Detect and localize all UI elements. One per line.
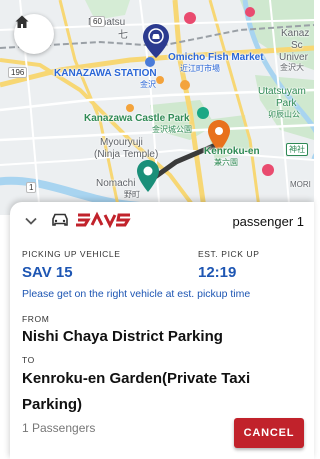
map-label-more: MORI	[290, 180, 311, 189]
map-label-myouryuji-1: Myouryuji	[100, 137, 143, 148]
map-label-univ-3: Univer	[279, 52, 308, 63]
map-label-nomachi-kanji: 野町	[124, 190, 140, 199]
passenger-label: passenger 1	[232, 214, 304, 229]
map-label-kenrokuen: Kenroku-en	[204, 146, 260, 157]
map-label-omicho-kanji: 近江町市場	[180, 64, 220, 73]
from-place: Nishi Chaya District Parking	[22, 328, 223, 345]
vehicle-id: SAV 15	[22, 264, 73, 281]
car-icon	[52, 213, 68, 226]
pickup-time: 12:19	[198, 264, 237, 281]
map-label-utatsuyama-3: 卯辰山公	[268, 110, 300, 119]
map-label-nomachi: Nomachi	[96, 178, 136, 189]
map-label-castle-park: Kanazawa Castle Park	[84, 113, 190, 124]
map-label-castle-park-kanji: 金沢城公園	[152, 125, 192, 134]
picking-up-caption: PICKING UP VEHICLE	[22, 249, 121, 259]
map-label-utatsuyama-2: Park	[276, 98, 297, 109]
origin-pin-icon[interactable]	[143, 24, 169, 58]
map-view[interactable]: Nanatsu 七 Omicho Fish Market 近江町市場 KANAZ…	[0, 0, 314, 215]
route-badge-60: 60	[90, 16, 105, 27]
from-caption: FROM	[22, 314, 50, 324]
map-label-kanazawa-station-kanji: 金沢	[140, 80, 156, 89]
to-caption: TO	[22, 355, 35, 365]
map-label-kenrokuen-kanji: 兼六園	[214, 158, 238, 167]
cancel-button[interactable]: CANCEL	[234, 418, 304, 448]
map-label-univ-4: 金沢大	[280, 63, 304, 72]
map-label-univ-1: Kanaz	[281, 28, 310, 39]
map-label-jinja: 神社	[286, 143, 308, 156]
home-icon	[15, 15, 29, 28]
card-header: passenger 1	[10, 202, 314, 238]
to-place-line-2: Parking)	[22, 396, 83, 413]
passengers-count: 1 Passengers	[22, 421, 96, 435]
brand-logo	[76, 211, 131, 229]
vehicle-pin-icon[interactable]	[137, 160, 159, 192]
route-badge-196: 196	[8, 67, 28, 78]
route-badge-1: 1	[26, 182, 37, 193]
to-place-line-1: Kenroku-en Garden(Private Taxi	[22, 370, 251, 387]
map-label-kanazawa-station: KANAZAWA STATION	[54, 68, 157, 79]
chevron-down-icon[interactable]	[24, 214, 38, 228]
home-button[interactable]	[14, 14, 54, 54]
map-label-univ-2: Sc	[291, 40, 303, 51]
ride-details-card: passenger 1 PICKING UP VEHICLE SAV 15 ES…	[10, 202, 314, 459]
map-label-nanatsuya-kanji: 七	[118, 30, 128, 41]
map-label-omicho: Omicho Fish Market	[168, 52, 264, 63]
pickup-notice: Please get on the right vehicle at est. …	[22, 288, 251, 300]
map-label-utatsuyama-1: Utatsuyam	[258, 86, 306, 97]
pickup-caption: EST. PICK UP	[198, 249, 260, 259]
map-label-myouryuji-2: (Ninja Temple)	[94, 149, 159, 160]
